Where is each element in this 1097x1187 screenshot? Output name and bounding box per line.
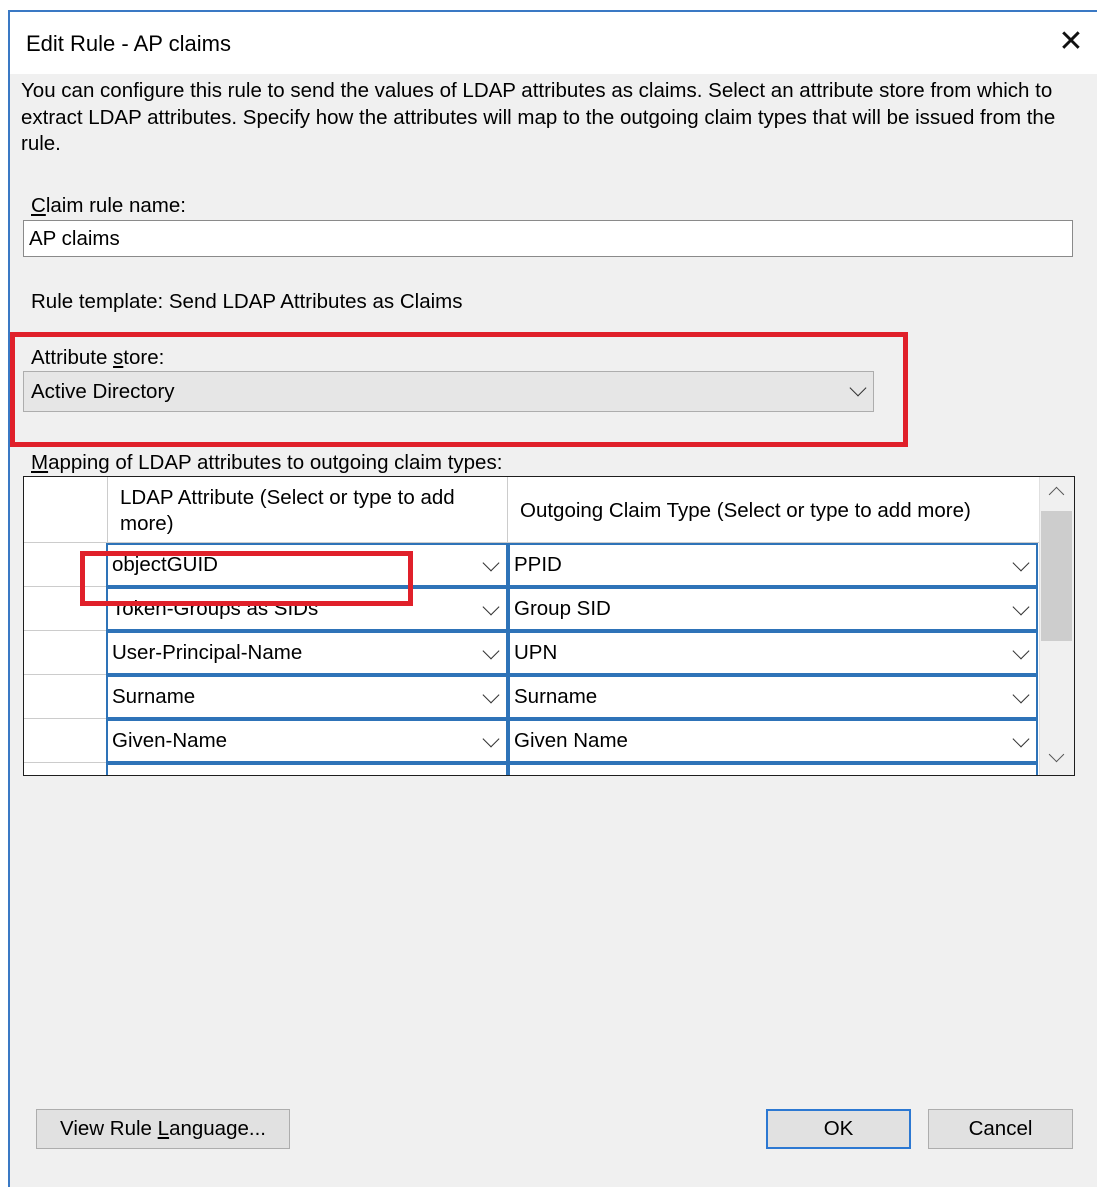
claim-rule-name-label: Claim rule name: (31, 194, 186, 217)
row-header[interactable] (24, 543, 108, 587)
claim-type-cell[interactable]: Given Name (508, 719, 1038, 763)
chevron-down-icon[interactable] (482, 598, 500, 616)
mapping-label: Mapping of LDAP attributes to outgoing c… (31, 451, 503, 474)
rule-description: You can configure this rule to send the … (21, 79, 1056, 155)
scroll-down-arrow-icon[interactable] (1048, 746, 1065, 763)
attribute-store-label: Attribute store: (31, 346, 165, 369)
claim-type-cell[interactable]: Surname (508, 675, 1038, 719)
attribute-store-dropdown[interactable]: Active Directory (23, 371, 874, 412)
cancel-button[interactable]: Cancel (928, 1109, 1073, 1149)
ldap-attribute-cell[interactable]: Token-Groups as SIDs (106, 587, 508, 631)
ldap-attribute-cell[interactable]: User-Principal-Name (106, 631, 508, 675)
claim-type-cell-partial[interactable] (508, 763, 1038, 775)
mapping-grid: LDAP Attribute (Select or type to add mo… (23, 476, 1075, 776)
ldap-attribute-value: Given-Name (112, 729, 228, 752)
chevron-down-icon (849, 379, 867, 397)
attribute-store-value: Active Directory (31, 380, 175, 403)
view-rule-language-button[interactable]: View Rule Language... (36, 1109, 290, 1149)
claim-rule-name-input[interactable] (23, 220, 1073, 257)
chevron-down-icon[interactable] (482, 554, 500, 572)
ldap-attribute-cell-partial[interactable] (106, 763, 508, 775)
grid-corner-header (24, 477, 108, 543)
column-header-ldap-attribute[interactable]: LDAP Attribute (Select or type to add mo… (108, 477, 508, 543)
close-button[interactable]: ✕ (1053, 24, 1089, 60)
ldap-attribute-value: objectGUID (112, 553, 218, 576)
chevron-down-icon[interactable] (1012, 554, 1030, 572)
ldap-attribute-cell[interactable]: Surname (106, 675, 508, 719)
column-header-outgoing-claim-type[interactable]: Outgoing Claim Type (Select or type to a… (508, 477, 1040, 543)
claim-type-cell[interactable]: Group SID (508, 587, 1038, 631)
rule-template-text: Rule template: Send LDAP Attributes as C… (31, 290, 463, 313)
close-icon: ✕ (1058, 25, 1084, 58)
title-bar: Edit Rule - AP claims ✕ (10, 12, 1097, 74)
claim-type-cell[interactable]: PPID (508, 543, 1038, 587)
ldap-attribute-value: User-Principal-Name (112, 641, 303, 664)
chevron-down-icon[interactable] (1012, 730, 1030, 748)
row-header[interactable] (24, 631, 108, 675)
row-header[interactable] (24, 763, 108, 775)
chevron-down-icon[interactable] (482, 686, 500, 704)
ldap-attribute-value: Surname (112, 685, 196, 708)
grid-scrollbar[interactable] (1039, 477, 1074, 775)
row-header[interactable] (24, 675, 108, 719)
ok-button[interactable]: OK (766, 1109, 911, 1149)
row-header[interactable] (24, 587, 108, 631)
window-title: Edit Rule - AP claims (26, 31, 232, 56)
ldap-attribute-value: Token-Groups as SIDs (112, 597, 319, 620)
claim-type-cell[interactable]: UPN (508, 631, 1038, 675)
ldap-attribute-cell[interactable]: Given-Name (106, 719, 508, 763)
ldap-attribute-cell[interactable]: objectGUID (106, 543, 508, 587)
chevron-down-icon[interactable] (482, 642, 500, 660)
claim-type-value: PPID (514, 553, 562, 576)
chevron-down-icon[interactable] (1012, 598, 1030, 616)
claim-type-value: Surname (514, 685, 598, 708)
claim-type-value: UPN (514, 641, 558, 664)
scrollbar-thumb[interactable] (1041, 511, 1072, 641)
chevron-down-icon[interactable] (482, 730, 500, 748)
claim-type-value: Given Name (514, 729, 628, 752)
claim-type-value: Group SID (514, 597, 611, 620)
chevron-down-icon[interactable] (1012, 686, 1030, 704)
chevron-down-icon[interactable] (1012, 642, 1030, 660)
row-header[interactable] (24, 719, 108, 763)
scroll-up-arrow-icon[interactable] (1048, 486, 1065, 503)
